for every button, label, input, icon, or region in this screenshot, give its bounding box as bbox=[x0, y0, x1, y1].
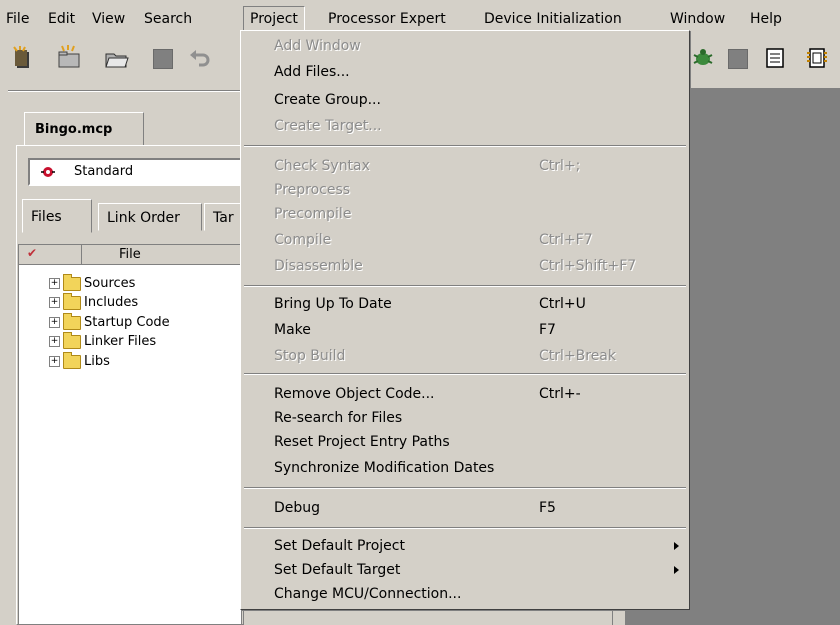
tab-files[interactable]: Files bbox=[22, 199, 92, 233]
submenu-arrow-icon bbox=[674, 542, 679, 550]
column-divider[interactable] bbox=[81, 245, 82, 265]
project-tab[interactable]: Bingo.mcp bbox=[24, 112, 144, 146]
project-menu: Add Window Add Files... Create Group... … bbox=[240, 30, 690, 610]
tree-item-label: Includes bbox=[84, 295, 139, 310]
menu-item-set-default-project[interactable]: Set Default Project bbox=[274, 535, 405, 557]
menu-item-debug[interactable]: Debug bbox=[274, 497, 320, 519]
menu-separator bbox=[244, 487, 686, 489]
menu-separator bbox=[244, 373, 686, 375]
menu-item-create-target[interactable]: Create Target... bbox=[274, 115, 382, 137]
shortcut-remove-object-code: Ctrl+- bbox=[539, 386, 581, 402]
menu-separator bbox=[244, 145, 686, 147]
menu-window[interactable]: Window bbox=[664, 9, 731, 29]
stop-icon[interactable] bbox=[728, 49, 748, 69]
target-icon bbox=[40, 164, 56, 184]
expand-icon[interactable]: + bbox=[49, 356, 60, 367]
save-icon[interactable] bbox=[153, 49, 173, 69]
panel-separator bbox=[8, 90, 242, 92]
menu-edit[interactable]: Edit bbox=[42, 9, 81, 29]
new-file-icon[interactable] bbox=[10, 45, 36, 71]
menu-item-disassemble[interactable]: Disassemble bbox=[274, 255, 363, 277]
menu-item-re-search-for-files[interactable]: Re-search for Files bbox=[274, 407, 402, 429]
tree-item-label: Linker Files bbox=[84, 334, 157, 349]
expand-icon[interactable]: + bbox=[49, 317, 60, 328]
menu-item-bring-up-to-date[interactable]: Bring Up To Date bbox=[274, 293, 392, 315]
tree-item-includes[interactable]: + Includes bbox=[49, 292, 139, 312]
expand-icon[interactable]: + bbox=[49, 297, 60, 308]
shortcut-bring-up-to-date: Ctrl+U bbox=[539, 296, 586, 312]
menu-item-create-group[interactable]: Create Group... bbox=[274, 89, 381, 111]
shortcut-make: F7 bbox=[539, 322, 556, 338]
undo-icon[interactable] bbox=[188, 45, 214, 71]
menu-separator bbox=[244, 527, 686, 529]
shortcut-check-syntax: Ctrl+; bbox=[539, 158, 581, 174]
open-folder-icon[interactable] bbox=[104, 45, 130, 71]
folder-icon bbox=[63, 312, 81, 330]
menu-item-preprocess[interactable]: Preprocess bbox=[274, 179, 350, 201]
menu-help[interactable]: Help bbox=[744, 9, 788, 29]
tree-item-libs[interactable]: + Libs bbox=[49, 351, 110, 371]
target-dropdown[interactable]: Standard bbox=[28, 158, 242, 186]
checkmark-icon[interactable]: ✔ bbox=[27, 246, 37, 260]
menu-item-stop-build[interactable]: Stop Build bbox=[274, 345, 345, 367]
new-project-icon[interactable] bbox=[56, 45, 82, 71]
menu-project[interactable]: Project bbox=[243, 6, 305, 32]
file-list-header: ✔ File bbox=[19, 245, 241, 265]
menu-separator bbox=[244, 285, 686, 287]
expand-icon[interactable]: + bbox=[49, 336, 60, 347]
folder-icon bbox=[63, 351, 81, 369]
menu-item-synchronize-modification-dates[interactable]: Synchronize Modification Dates bbox=[274, 457, 494, 479]
shortcut-debug: F5 bbox=[539, 500, 556, 516]
folder-icon bbox=[63, 292, 81, 310]
tree-item-sources[interactable]: + Sources bbox=[49, 273, 136, 293]
properties-icon[interactable] bbox=[762, 45, 788, 71]
expand-icon[interactable]: + bbox=[49, 278, 60, 289]
tree-item-linker-files[interactable]: + Linker Files bbox=[49, 331, 157, 351]
tab-link-order[interactable]: Link Order bbox=[98, 203, 202, 231]
tree-item-label: Libs bbox=[84, 354, 110, 369]
folder-icon bbox=[63, 331, 81, 349]
menu-item-add-window[interactable]: Add Window bbox=[274, 35, 361, 57]
target-label: Standard bbox=[74, 164, 134, 179]
debug-icon[interactable] bbox=[690, 45, 716, 71]
menu-bar: File Edit View Search Project Processor … bbox=[0, 0, 840, 34]
menu-item-check-syntax[interactable]: Check Syntax bbox=[274, 155, 370, 177]
menu-file[interactable]: File bbox=[0, 9, 35, 29]
menu-item-remove-object-code[interactable]: Remove Object Code... bbox=[274, 383, 435, 405]
shortcut-disassemble: Ctrl+Shift+F7 bbox=[539, 258, 637, 274]
menu-item-change-mcu-connection[interactable]: Change MCU/Connection... bbox=[274, 583, 461, 605]
menu-item-make[interactable]: Make bbox=[274, 319, 311, 341]
submenu-arrow-icon bbox=[674, 566, 679, 574]
menu-processor-expert[interactable]: Processor Expert bbox=[322, 9, 452, 29]
menu-item-add-files[interactable]: Add Files... bbox=[274, 61, 350, 83]
tree-item-startup-code[interactable]: + Startup Code bbox=[49, 312, 170, 332]
file-column-header[interactable]: File bbox=[119, 247, 141, 262]
file-list: ✔ File + Sources + Includes + Startup Code … bbox=[18, 244, 242, 625]
folder-icon bbox=[63, 273, 81, 291]
menu-item-precompile[interactable]: Precompile bbox=[274, 203, 351, 225]
menu-device-initialization[interactable]: Device Initialization bbox=[478, 9, 628, 29]
menu-item-reset-project-entry-paths[interactable]: Reset Project Entry Paths bbox=[274, 431, 450, 453]
shortcut-compile: Ctrl+F7 bbox=[539, 232, 593, 248]
menu-item-compile[interactable]: Compile bbox=[274, 229, 331, 251]
menu-view[interactable]: View bbox=[86, 9, 131, 29]
tree-item-label: Startup Code bbox=[84, 315, 170, 330]
component-icon[interactable] bbox=[804, 45, 830, 71]
shortcut-stop-build: Ctrl+Break bbox=[539, 348, 616, 364]
tree-item-label: Sources bbox=[84, 276, 136, 291]
menu-search[interactable]: Search bbox=[138, 9, 198, 29]
tab-targets[interactable]: Tar bbox=[204, 203, 244, 231]
menu-item-set-default-target[interactable]: Set Default Target bbox=[274, 559, 400, 581]
